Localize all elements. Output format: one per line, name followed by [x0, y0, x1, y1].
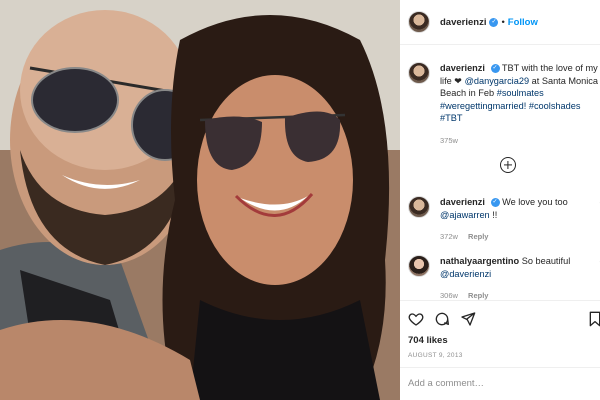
caption-mention[interactable]: @danygarcia29: [465, 76, 530, 86]
reply-button[interactable]: Reply: [468, 291, 488, 300]
comment-mention[interactable]: @ajawarren: [440, 210, 490, 220]
verified-badge-icon: ✓: [490, 64, 500, 74]
comment-username[interactable]: nathalyaargentino: [440, 256, 519, 266]
heart-icon[interactable]: [408, 311, 424, 327]
comment-icon[interactable]: [434, 311, 450, 327]
post-caption: daverienzi ✓ TBT with the love of my lif…: [408, 62, 600, 148]
post-details-panel: daverienzi ✓ • Follow daverienzi ✓ TBT w…: [400, 0, 600, 400]
caption-timestamp[interactable]: 375w: [440, 135, 600, 148]
comment-text: We love you too: [502, 197, 568, 207]
comment-meta: 372w Reply: [440, 231, 600, 244]
author-avatar[interactable]: [408, 11, 430, 33]
comment-timestamp[interactable]: 372w: [440, 232, 458, 241]
comment-body: nathalyaargentino So beautiful @daverien…: [440, 255, 600, 303]
comment-text: So beautiful: [521, 256, 571, 266]
comment-username[interactable]: daverienzi: [440, 197, 485, 207]
comment-item: nathalyaargentino So beautiful @daverien…: [408, 255, 600, 303]
post-header: daverienzi ✓ • Follow: [400, 0, 600, 45]
commenter-avatar[interactable]: [408, 196, 430, 218]
follow-button[interactable]: Follow: [508, 17, 538, 28]
post-actions: 704 likes AUGUST 9, 2013: [400, 300, 600, 360]
comment-item: daverienzi ✓ We love you too @ajawarren …: [408, 196, 600, 244]
share-icon[interactable]: [460, 311, 476, 327]
reply-button[interactable]: Reply: [468, 232, 488, 241]
plus-circle-icon[interactable]: [500, 157, 516, 173]
separator-dot: •: [501, 16, 505, 28]
couple-selfie-illustration: [0, 0, 400, 400]
add-comment-input[interactable]: Add a comment…: [400, 367, 600, 400]
bookmark-icon[interactable]: [588, 311, 600, 327]
caption-body: daverienzi ✓ TBT with the love of my lif…: [440, 62, 600, 148]
comment-mention[interactable]: @daverienzi: [440, 269, 491, 279]
comment-timestamp[interactable]: 306w: [440, 291, 458, 300]
verified-badge-icon: ✓: [490, 198, 500, 208]
post-photo[interactable]: [0, 0, 400, 400]
comment-suffix: !!: [489, 209, 498, 220]
like-count[interactable]: 704 likes: [408, 335, 592, 346]
author-username[interactable]: daverienzi: [440, 17, 486, 28]
post-date: AUGUST 9, 2013: [408, 352, 463, 359]
action-icons: [408, 311, 592, 327]
verified-badge-icon: ✓: [489, 17, 499, 27]
commenter-avatar[interactable]: [408, 255, 430, 277]
caption-username[interactable]: daverienzi: [440, 63, 485, 73]
caption-author-avatar[interactable]: [408, 62, 430, 84]
comment-body: daverienzi ✓ We love you too @ajawarren …: [440, 196, 600, 244]
